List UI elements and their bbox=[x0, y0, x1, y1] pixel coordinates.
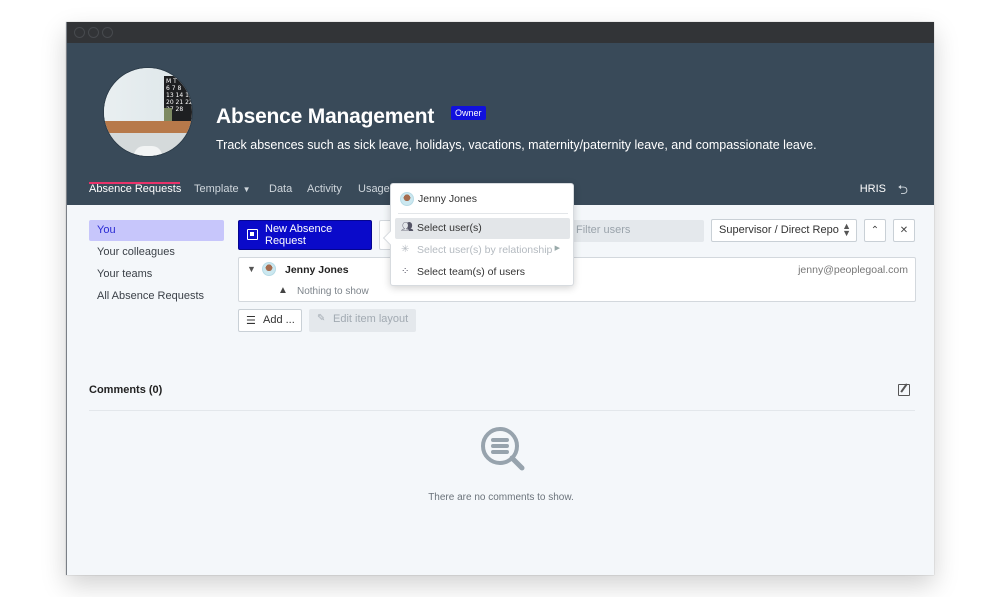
page-description: Track absences such as sick leave, holid… bbox=[216, 138, 817, 152]
no-comments-text: There are no comments to show. bbox=[428, 492, 574, 503]
minimize-window-button[interactable] bbox=[88, 27, 99, 38]
chevron-down-icon: ▼ bbox=[242, 185, 251, 194]
comments-title: Comments (0) bbox=[89, 384, 163, 396]
app-window: M T6 7 8 13 14 15 20 21 22 27 28 Absence Ma… bbox=[66, 22, 934, 575]
expand-all-button[interactable]: ⌃ bbox=[864, 219, 886, 242]
menu-item-select-users[interactable]: 👥︎ Select user(s) bbox=[395, 218, 570, 239]
user-select-dropdown: Jenny Jones 👥︎ Select user(s) ✳ Select u… bbox=[382, 183, 574, 286]
relationship-select[interactable]: Supervisor / Direct Repo ▲ ▼ bbox=[711, 219, 857, 242]
return-arrow-icon[interactable]: ⮌ bbox=[898, 181, 908, 203]
tab-absence-requests[interactable]: Absence Requests bbox=[89, 183, 181, 195]
owner-badge: Owner bbox=[451, 106, 486, 120]
sidebar-item-you[interactable]: You bbox=[89, 220, 224, 241]
team-icon: ⁘ bbox=[401, 266, 410, 277]
pencil-icon: ✎ bbox=[317, 313, 326, 324]
search-list-icon bbox=[481, 427, 525, 471]
active-tab-indicator bbox=[89, 182, 180, 184]
tab-data[interactable]: Data bbox=[269, 183, 292, 195]
sidebar-item-your-teams[interactable]: Your teams bbox=[89, 264, 224, 285]
app-avatar-image: M T6 7 8 13 14 15 20 21 22 27 28 bbox=[103, 67, 193, 157]
relationship-icon: ✳ bbox=[401, 244, 410, 255]
collapse-icon: ✕ bbox=[899, 225, 909, 236]
compose-comment-icon[interactable] bbox=[898, 384, 910, 396]
tab-template[interactable]: Template ▼ bbox=[194, 183, 251, 195]
users-icon: 👥︎ bbox=[401, 222, 414, 233]
user-name: Jenny Jones bbox=[285, 264, 349, 276]
user-email[interactable]: jenny@peoplegoal.com bbox=[798, 264, 908, 276]
select-arrows-icon: ▲ ▼ bbox=[842, 221, 851, 238]
current-user-name[interactable]: Jenny Jones bbox=[418, 193, 477, 205]
dropdown-separator bbox=[398, 213, 568, 214]
sidebar-item-your-colleagues[interactable]: Your colleagues bbox=[89, 242, 224, 263]
add-list-icon: ☰ bbox=[246, 315, 256, 327]
new-button-label-line1: New Absence bbox=[265, 223, 333, 235]
page-title: Absence Management bbox=[216, 105, 435, 128]
menu-item-label: Select user(s) bbox=[417, 222, 482, 234]
comments-divider bbox=[89, 410, 915, 411]
tab-template-label: Template bbox=[194, 183, 239, 195]
submenu-arrow-icon: ▶ bbox=[554, 245, 560, 252]
warning-icon: ▲ bbox=[278, 285, 288, 296]
empty-message: Nothing to show bbox=[297, 286, 369, 297]
sidebar-item-all-absence-requests[interactable]: All Absence Requests bbox=[89, 286, 224, 307]
close-window-button[interactable] bbox=[74, 27, 85, 38]
menu-item-label: Select user(s) by relationship bbox=[417, 244, 553, 256]
collapse-all-button[interactable]: ✕ bbox=[893, 219, 915, 242]
new-button-label-line2: Request bbox=[265, 234, 306, 247]
calendar-icon bbox=[247, 229, 258, 240]
title-bar bbox=[67, 22, 934, 43]
edit-layout-label: Edit item layout bbox=[333, 313, 409, 325]
user-avatar bbox=[262, 262, 276, 276]
filter-users-input[interactable]: ▼ Filter users bbox=[562, 220, 704, 242]
relationship-select-value: Supervisor / Direct Repo bbox=[719, 224, 839, 236]
tab-usage[interactable]: Usage bbox=[358, 183, 390, 195]
tab-activity[interactable]: Activity bbox=[307, 183, 342, 195]
menu-item-select-teams[interactable]: ⁘ Select team(s) of users bbox=[395, 262, 570, 283]
add-button-label: Add ... bbox=[263, 314, 295, 326]
current-user-avatar bbox=[400, 192, 414, 206]
add-button[interactable]: ☰ Add ... bbox=[238, 309, 302, 332]
filter-placeholder: Filter users bbox=[576, 224, 631, 236]
menu-item-label: Select team(s) of users bbox=[417, 266, 525, 278]
new-absence-request-button[interactable]: New Absence Request bbox=[238, 220, 372, 250]
edit-item-layout-button[interactable]: ✎ Edit item layout bbox=[309, 309, 416, 332]
zoom-window-button[interactable] bbox=[102, 27, 113, 38]
app-header: M T6 7 8 13 14 15 20 21 22 27 28 Absence Ma… bbox=[67, 43, 934, 205]
expand-icon: ⌃ bbox=[870, 225, 880, 236]
user-card: ▼ Jenny Jones jenny@peoplegoal.com ▲ Not… bbox=[238, 257, 916, 302]
workspace-label[interactable]: HRIS bbox=[860, 183, 886, 195]
menu-item-select-by-relationship[interactable]: ✳ Select user(s) by relationship ▶ bbox=[395, 240, 570, 261]
chevron-down-icon[interactable]: ▼ bbox=[247, 264, 256, 274]
